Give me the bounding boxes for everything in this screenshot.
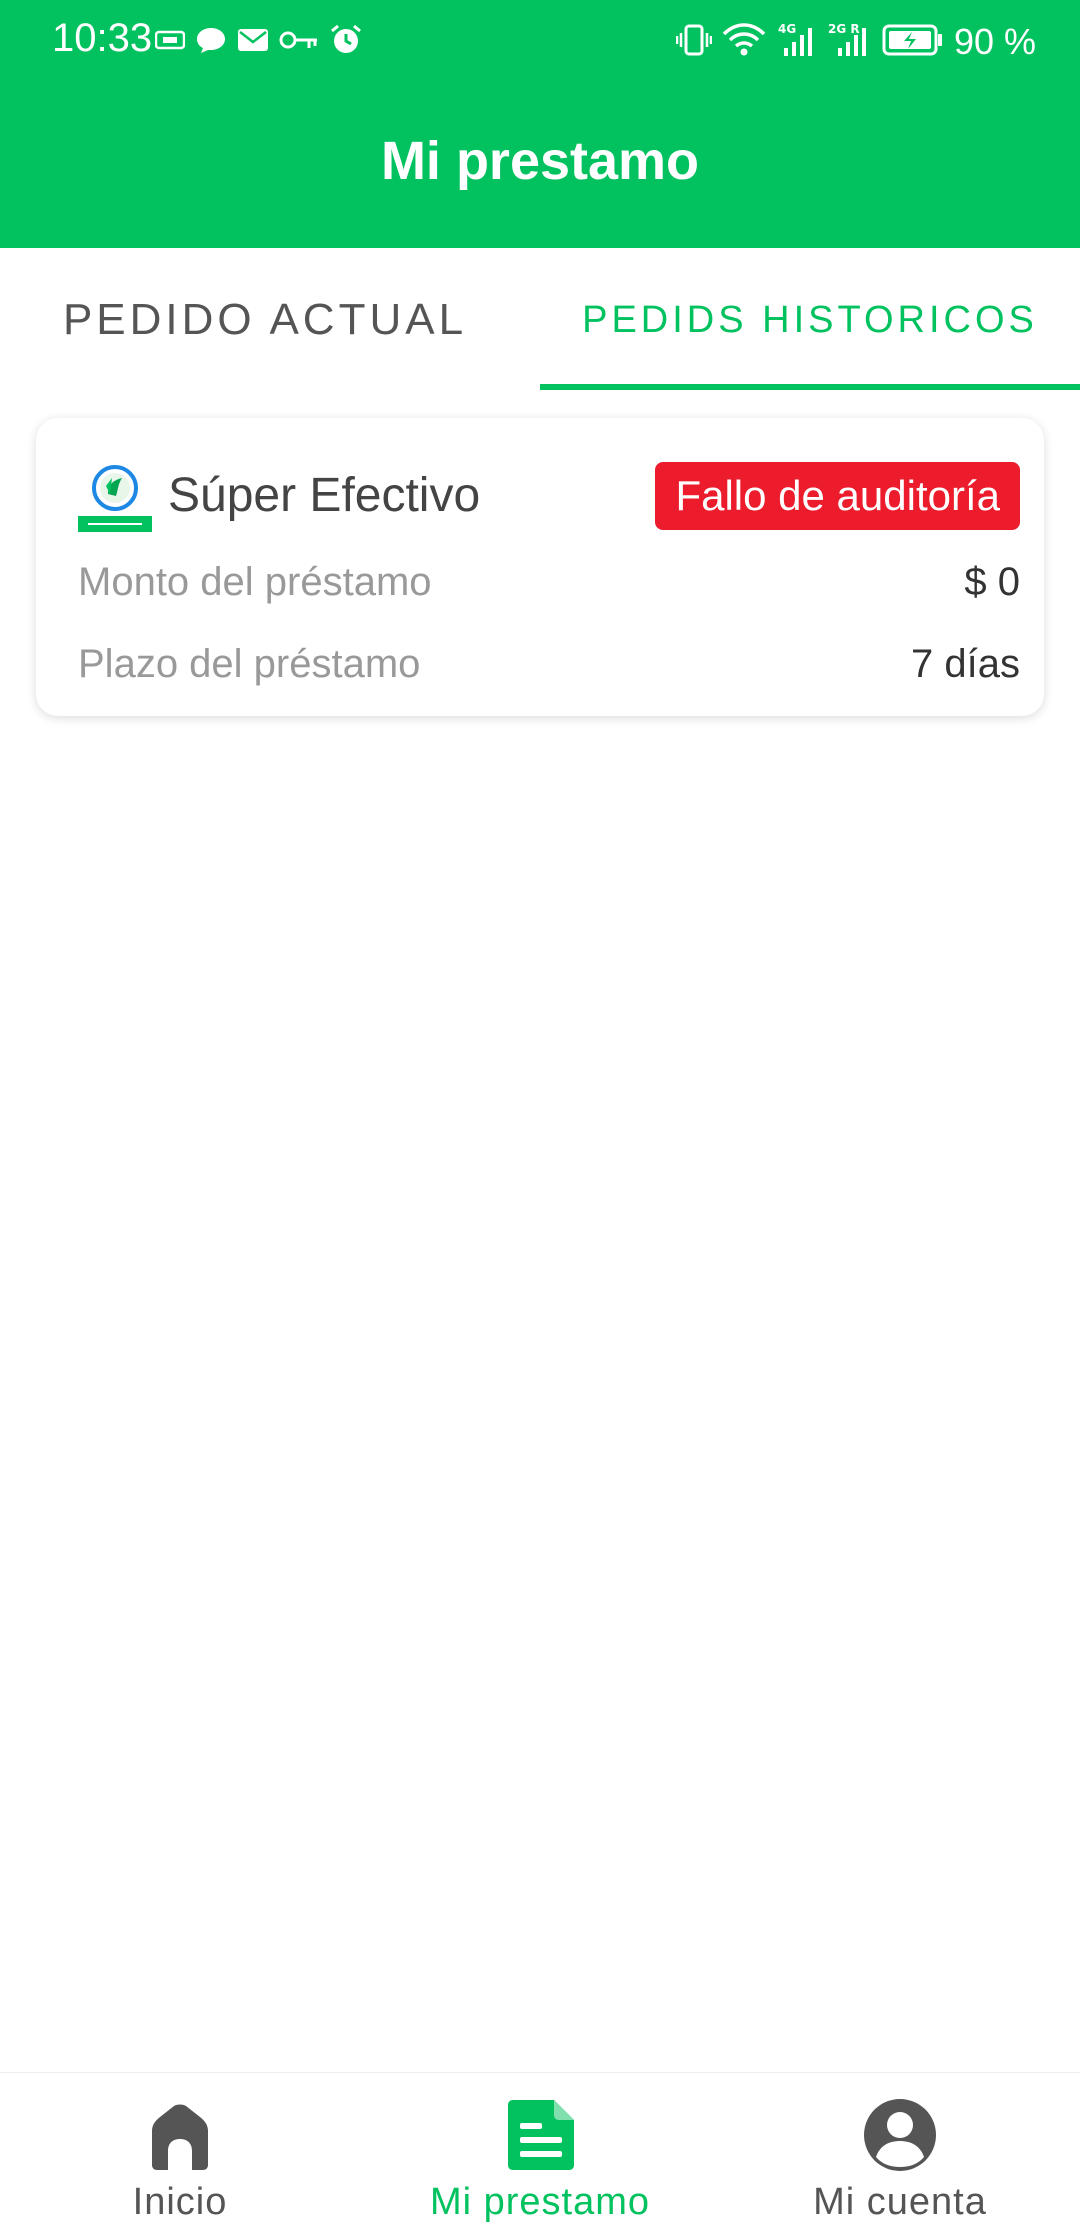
mail-icon	[237, 27, 269, 57]
battery-percentage: 90 %	[953, 21, 1036, 62]
status-time: 10:33	[52, 16, 153, 60]
sim-card-icon	[154, 29, 186, 55]
status-right-icons: 4G 2G R 90 %	[675, 18, 1036, 66]
chat-bubble-icon	[195, 25, 227, 59]
active-tab-indicator	[540, 384, 1080, 390]
tab-current-order[interactable]: PEDIDO ACTUAL	[0, 248, 540, 392]
order-card[interactable]: Súper Efectivo Fallo de auditoría Monto …	[36, 418, 1044, 716]
status-left-icons	[154, 20, 363, 64]
page-title: Mi prestamo	[380, 131, 700, 191]
tab-bar: PEDIDO ACTUAL PEDIDS HISTORICOS	[0, 248, 1080, 392]
battery-charging-icon	[882, 23, 944, 61]
loan-amount-value: $ 0	[964, 560, 1020, 604]
tab-order-history[interactable]: PEDIDS HISTORICOS	[540, 248, 1080, 392]
vibrate-icon	[675, 23, 713, 61]
screen: 10:33 4G 2G R 90 % Mi prestamo PEDIDO AC…	[0, 0, 1080, 2240]
bottom-navigation: Inicio Mi prestamo Mi cuenta	[0, 2072, 1080, 2240]
nav-label-mi-prestamo: Mi prestamo	[429, 2181, 651, 2223]
svg-text:2G R: 2G R	[828, 22, 860, 36]
tab-order-history-label: PEDIDS HISTORICOS	[582, 298, 1038, 341]
loan-amount-label: Monto del préstamo	[78, 560, 432, 604]
nav-label-mi-cuenta: Mi cuenta	[813, 2181, 987, 2223]
brand-logo-icon	[78, 464, 152, 532]
account-icon	[860, 2095, 940, 2175]
nav-item-mi-prestamo[interactable]: Mi prestamo	[360, 2073, 720, 2240]
svg-text:4G: 4G	[778, 22, 796, 36]
alarm-icon	[329, 23, 363, 61]
loan-term-label: Plazo del préstamo	[78, 642, 421, 686]
wifi-icon	[722, 22, 766, 62]
home-icon	[140, 2095, 220, 2175]
lender-name: Súper Efectivo	[168, 469, 481, 522]
loan-term-value: 7 días	[911, 642, 1020, 686]
nav-label-inicio: Inicio	[132, 2181, 228, 2223]
header-bar: 10:33 4G 2G R 90 % Mi prestamo	[0, 0, 1080, 248]
tab-current-order-label: PEDIDO ACTUAL	[62, 295, 468, 344]
signal-4g-icon: 4G	[776, 22, 816, 62]
document-icon	[500, 2095, 580, 2175]
status-badge: Fallo de auditoría	[655, 462, 1020, 530]
key-icon	[279, 28, 319, 56]
nav-item-mi-cuenta[interactable]: Mi cuenta	[720, 2073, 1080, 2240]
nav-item-inicio[interactable]: Inicio	[0, 2073, 360, 2240]
status-bar: 10:33 4G 2G R 90 %	[0, 0, 1080, 84]
signal-2g-icon: 2G R	[826, 22, 872, 62]
